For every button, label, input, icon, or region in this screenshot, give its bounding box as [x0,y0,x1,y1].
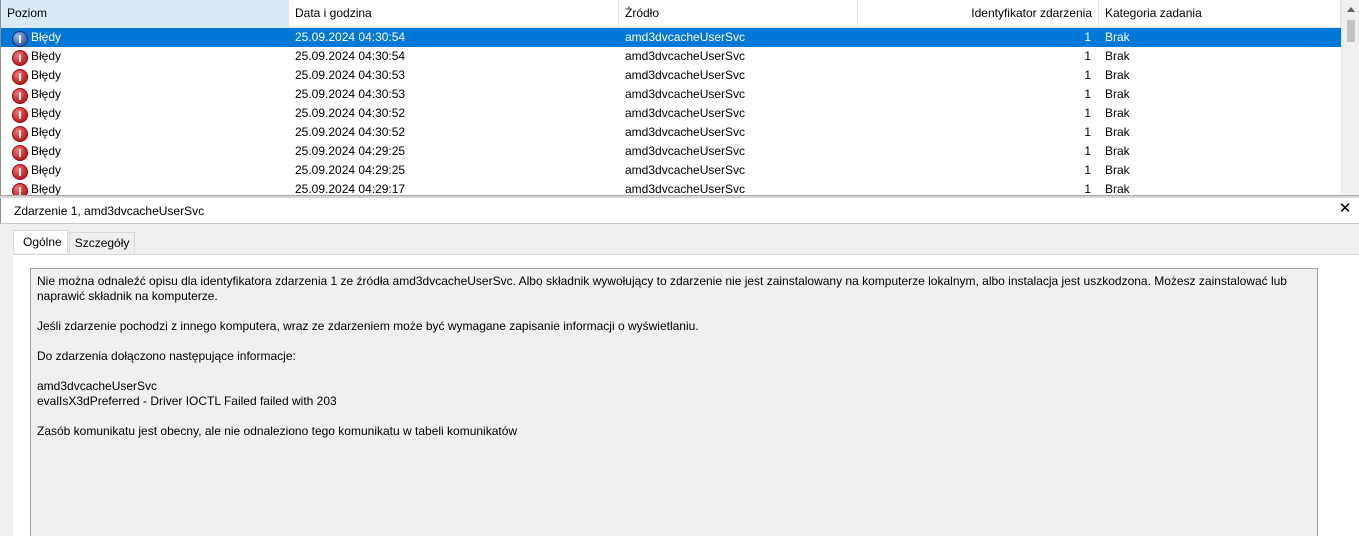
level-text: Błędy [31,49,62,63]
description-paragraph: Nie można odnaleźć opisu dla identyfikat… [37,274,1287,303]
category-cell: Brak [1105,163,1130,177]
datetime-cell: 25.09.2024 04:30:52 [295,125,406,139]
datetime-cell: 25.09.2024 04:30:54 [295,49,406,63]
error-icon [12,144,28,161]
event-id-cell: 1 [1084,49,1091,63]
level-text: Błędy [31,106,62,120]
tab-general[interactable]: Ogólne [13,230,68,253]
column-header-source[interactable]: Źródło [619,0,858,28]
event-id-cell: 1 [1084,68,1091,82]
detail-header: Zdarzenie 1, amd3dvcacheUserSvc ✕ [0,198,1359,224]
column-header-level[interactable]: Poziom [1,0,289,28]
level-text: Błędy [31,87,62,101]
level-text: Błędy [31,30,62,44]
tab-content-general: Nie można odnaleźć opisu dla identyfikat… [13,254,1359,536]
level-text: Błędy [31,182,62,196]
event-viewer: Poziom Data i godzina Źródło Identyfikat… [0,0,1359,536]
source-cell: amd3dvcacheUserSvc [625,68,746,82]
datetime-cell: 25.09.2024 04:29:25 [295,163,406,177]
source-cell: amd3dvcacheUserSvc [625,30,746,44]
error-icon [12,106,28,123]
event-description[interactable]: Nie można odnaleźć opisu dla identyfikat… [30,268,1318,536]
datetime-cell: 25.09.2024 04:30:54 [295,30,406,44]
error-icon [12,87,28,104]
source-cell: amd3dvcacheUserSvc [625,49,746,63]
scroll-up-arrow-icon[interactable] [1347,7,1355,12]
datetime-cell: 25.09.2024 04:30:53 [295,68,406,82]
scrollbar-thumb[interactable] [1347,20,1355,42]
table-row[interactable]: Błędy 25.09.2024 04:30:54 amd3dvcacheUse… [1,47,1341,66]
event-list-header: Poziom Data i godzina Źródło Identyfikat… [1,0,1341,28]
description-line: evalIsX3dPreferred - Driver IOCTL Failed… [37,394,337,408]
table-row[interactable]: Błędy 25.09.2024 04:29:25 amd3dvcacheUse… [1,142,1341,161]
table-row[interactable]: Błędy 25.09.2024 04:30:52 amd3dvcacheUse… [1,104,1341,123]
source-cell: amd3dvcacheUserSvc [625,182,746,196]
source-cell: amd3dvcacheUserSvc [625,163,746,177]
event-id-cell: 1 [1084,106,1091,120]
level-cell: Błędy [1,28,289,47]
level-cell: Błędy [1,85,289,104]
category-cell: Brak [1105,182,1130,196]
event-list: Poziom Data i godzina Źródło Identyfikat… [0,0,1359,196]
level-text: Błędy [31,68,62,82]
column-header-datetime[interactable]: Data i godzina [289,0,619,28]
error-icon [12,182,28,196]
category-cell: Brak [1105,30,1130,44]
level-cell: Błędy [1,66,289,85]
category-cell: Brak [1105,106,1130,120]
event-rows: Błędy 25.09.2024 04:30:54 amd3dvcacheUse… [1,28,1341,196]
source-cell: amd3dvcacheUserSvc [625,144,746,158]
description-line: amd3dvcacheUserSvc [37,379,158,393]
event-id-cell: 1 [1084,182,1091,196]
table-row[interactable]: Błędy 25.09.2024 04:29:17 amd3dvcacheUse… [1,180,1341,196]
datetime-cell: 25.09.2024 04:29:25 [295,144,406,158]
level-cell: Błędy [1,161,289,180]
level-text: Błędy [31,163,62,177]
table-row[interactable]: Błędy 25.09.2024 04:30:53 amd3dvcacheUse… [1,66,1341,85]
column-header-event-id[interactable]: Identyfikator zdarzenia [858,0,1099,28]
source-cell: amd3dvcacheUserSvc [625,87,746,101]
category-cell: Brak [1105,87,1130,101]
level-cell: Błędy [1,104,289,123]
table-row[interactable]: Błędy 25.09.2024 04:30:53 amd3dvcacheUse… [1,85,1341,104]
description-paragraph: Do zdarzenia dołączono następujące infor… [37,349,296,363]
source-cell: amd3dvcacheUserSvc [625,125,746,139]
source-cell: amd3dvcacheUserSvc [625,106,746,120]
event-id-cell: 1 [1084,163,1091,177]
table-row[interactable]: Błędy 25.09.2024 04:29:25 amd3dvcacheUse… [1,161,1341,180]
description-paragraph: Zasób komunikatu jest obecny, ale nie od… [37,424,518,438]
level-text: Błędy [31,125,62,139]
error-icon [12,30,28,47]
table-row[interactable]: Błędy 25.09.2024 04:30:52 amd3dvcacheUse… [1,123,1341,142]
event-id-cell: 1 [1084,144,1091,158]
error-icon [12,125,28,142]
detail-tabs: Ogólne Szczegóły [13,230,136,254]
datetime-cell: 25.09.2024 04:30:52 [295,106,406,120]
level-cell: Błędy [1,180,289,196]
tab-details[interactable]: Szczegóły [68,232,136,253]
table-row[interactable]: Błędy 25.09.2024 04:30:54 amd3dvcacheUse… [1,28,1341,47]
column-header-category[interactable]: Kategoria zadania [1099,0,1341,28]
event-id-cell: 1 [1084,125,1091,139]
level-cell: Błędy [1,47,289,66]
level-cell: Błędy [1,123,289,142]
close-icon[interactable]: ✕ [1337,201,1353,217]
error-icon [12,163,28,180]
event-id-cell: 1 [1084,87,1091,101]
datetime-cell: 25.09.2024 04:29:17 [295,182,406,196]
category-cell: Brak [1105,49,1130,63]
error-icon [12,49,28,66]
vertical-scrollbar[interactable] [1341,0,1359,196]
datetime-cell: 25.09.2024 04:30:53 [295,87,406,101]
category-cell: Brak [1105,144,1130,158]
level-text: Błędy [31,144,62,158]
description-paragraph: Jeśli zdarzenie pochodzi z innego komput… [37,319,699,333]
level-cell: Błędy [1,142,289,161]
event-id-cell: 1 [1084,30,1091,44]
category-cell: Brak [1105,125,1130,139]
error-icon [12,68,28,85]
category-cell: Brak [1105,68,1130,82]
detail-title: Zdarzenie 1, amd3dvcacheUserSvc [14,204,205,218]
